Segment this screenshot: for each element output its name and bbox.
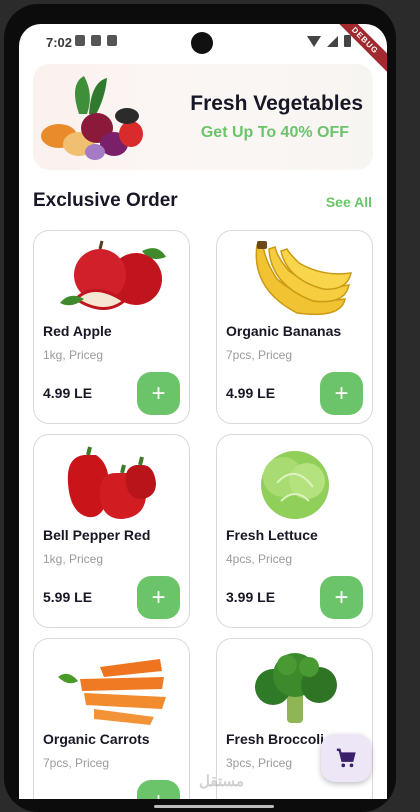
product-detail: 3pcs, Priceg [226,756,293,770]
signal-icon [327,35,338,47]
keyboard-icon [107,35,117,46]
status-time: 7:02 [46,35,73,50]
battery-icon [344,35,351,47]
carrots-image [58,659,166,725]
system-icons [307,35,351,47]
product-card[interactable]: Red Apple 1kg, Priceg 4.99 LE + [33,230,190,424]
see-all-link[interactable]: See All [326,194,372,210]
product-card[interactable]: Organic Bananas 7pcs, Priceg 4.99 LE + [216,230,373,424]
app-screen: 7:02 DEBUG Fresh Vegetables Get Up To 40… [19,24,387,799]
camera-cutout [191,32,213,54]
notification-icons [75,35,117,46]
home-indicator[interactable] [154,805,274,808]
product-name: Organic Carrots [43,731,150,747]
promo-banner[interactable]: Fresh Vegetables Get Up To 40% OFF [33,64,373,170]
add-to-cart-button[interactable]: + [137,576,180,619]
product-price: 5.99 LE [43,589,93,605]
add-to-cart-button[interactable]: + [137,780,180,799]
cart-fab-button[interactable] [321,734,371,782]
red-apple-image [60,240,166,310]
product-detail: 1kg, Priceg [43,348,104,362]
product-name: Bell Pepper Red [43,527,151,543]
product-card[interactable]: Bell Pepper Red 1kg, Priceg 5.99 LE + [33,434,190,628]
product-name: Organic Bananas [226,323,342,339]
product-detail: 1kg, Priceg [43,552,104,566]
lettuce-image [261,451,329,519]
vegetables-image [41,76,143,160]
product-card[interactable]: Fresh Lettuce 4pcs, Priceg 3.99 LE + [216,434,373,628]
watermark: مستقل [199,773,244,790]
product-price: 4.99 LE [43,385,93,401]
shield-icon [75,35,85,46]
wifi-icon [307,35,321,47]
bananas-image [255,241,352,316]
product-detail: 7pcs, Priceg [43,756,110,770]
product-name: Fresh Lettuce [226,527,318,543]
product-price: 4.99 LE [226,385,276,401]
product-detail: 4pcs, Priceg [226,552,293,566]
add-to-cart-button[interactable]: + [320,576,363,619]
product-name: Fresh Broccoli [226,731,325,747]
product-detail: 7pcs, Priceg [226,348,293,362]
product-card[interactable]: Organic Carrots 7pcs, Priceg + [33,638,190,799]
sim-icon [91,35,101,46]
banner-title: Fresh Vegetables [190,92,363,115]
add-to-cart-button[interactable]: + [320,372,363,415]
phone-frame: 7:02 DEBUG Fresh Vegetables Get Up To 40… [4,4,396,812]
banner-subtitle: Get Up To 40% OFF [200,124,349,141]
section-title: Exclusive Order [33,190,178,211]
product-name: Red Apple [43,323,112,339]
add-to-cart-button[interactable]: + [137,372,180,415]
broccoli-image [255,653,337,723]
product-price: 3.99 LE [226,589,276,605]
bell-pepper-image [67,446,156,519]
cart-icon [336,748,356,768]
status-bar: 7:02 DEBUG [19,24,387,81]
